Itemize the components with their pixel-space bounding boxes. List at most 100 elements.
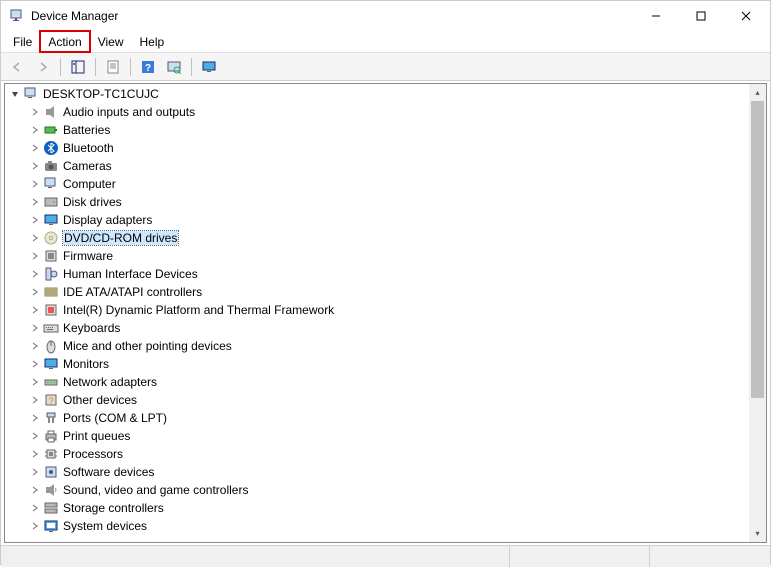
tree-item[interactable]: DVD/CD-ROM drives [5,229,749,247]
chevron-right-icon[interactable] [29,124,41,136]
tree-item[interactable]: Network adapters [5,373,749,391]
close-button[interactable] [723,2,768,31]
tree-item[interactable]: Audio inputs and outputs [5,103,749,121]
show-hide-console-tree-button[interactable] [66,56,90,78]
tree-item[interactable]: Print queues [5,427,749,445]
tree-item[interactable]: Monitors [5,355,749,373]
tree-item-label: Processors [63,447,123,461]
chevron-right-icon[interactable] [29,232,41,244]
chevron-right-icon[interactable] [29,502,41,514]
audio-icon [43,104,59,120]
tree-item-label: System devices [63,519,147,533]
chevron-right-icon[interactable] [29,196,41,208]
chevron-right-icon[interactable] [29,466,41,478]
menubar: File Action View Help [1,31,770,53]
properties-button[interactable] [101,56,125,78]
menu-view[interactable]: View [90,31,132,52]
scroll-up-button[interactable]: ▴ [749,84,766,101]
maximize-button[interactable] [678,2,723,31]
tree-item[interactable]: Batteries [5,121,749,139]
vertical-scrollbar[interactable]: ▴ ▾ [749,84,766,542]
chevron-right-icon[interactable] [29,214,41,226]
tree-item-label: Cameras [63,159,112,173]
tree-item-label: Batteries [63,123,110,137]
chevron-right-icon[interactable] [29,268,41,280]
battery-icon [43,122,59,138]
tree-item-label: Mice and other pointing devices [63,339,232,353]
storage-icon [43,500,59,516]
tree-item[interactable]: Disk drives [5,193,749,211]
menu-action[interactable]: Action [40,31,89,52]
tree-root[interactable]: DESKTOP-TC1CUJC [5,85,749,103]
tree-item[interactable]: ?Other devices [5,391,749,409]
tree-item[interactable]: Software devices [5,463,749,481]
tree-item[interactable]: Storage controllers [5,499,749,517]
tree-item[interactable]: System devices [5,517,749,535]
tree-item[interactable]: Sound, video and game controllers [5,481,749,499]
tree-item[interactable]: IDE ATA/ATAPI controllers [5,283,749,301]
tree-item[interactable]: Display adapters [5,211,749,229]
tree-item[interactable]: Bluetooth [5,139,749,157]
tree-scroll-area[interactable]: DESKTOP-TC1CUJC Audio inputs and outputs… [5,84,749,542]
mouse-icon [43,338,59,354]
camera-icon [43,158,59,174]
other-icon: ? [43,392,59,408]
chevron-right-icon[interactable] [29,376,41,388]
statusbar [1,545,770,567]
status-cell-3 [650,546,770,567]
chevron-right-icon[interactable] [29,250,41,262]
tree-item[interactable]: Keyboards [5,319,749,337]
chevron-right-icon[interactable] [29,430,41,442]
chevron-right-icon[interactable] [29,358,41,370]
tree-item-label: Ports (COM & LPT) [63,411,167,425]
firmware-icon [43,248,59,264]
tree-item[interactable]: Computer [5,175,749,193]
menu-file[interactable]: File [5,31,40,52]
tree-item-label: Monitors [63,357,109,371]
scroll-down-button[interactable]: ▾ [749,525,766,542]
window-controls [633,2,768,31]
tree-item[interactable]: Firmware [5,247,749,265]
hid-icon [43,266,59,282]
tree-item[interactable]: Intel(R) Dynamic Platform and Thermal Fr… [5,301,749,319]
tree-item-label: Network adapters [63,375,157,389]
chevron-right-icon[interactable] [29,340,41,352]
tree-item-label: Print queues [63,429,130,443]
minimize-button[interactable] [633,2,678,31]
tree-item[interactable]: Processors [5,445,749,463]
chevron-right-icon[interactable] [29,412,41,424]
chevron-right-icon[interactable] [29,322,41,334]
status-cell-1 [1,546,510,567]
tree-item[interactable]: Human Interface Devices [5,265,749,283]
chevron-right-icon[interactable] [29,304,41,316]
chevron-down-icon[interactable] [9,88,21,100]
tree-item-label: Keyboards [63,321,120,335]
scroll-track[interactable] [749,101,766,525]
tree-item-label: Disk drives [63,195,122,209]
ports-icon [43,410,59,426]
back-button [5,56,29,78]
network-icon [43,374,59,390]
chevron-right-icon[interactable] [29,394,41,406]
thermal-icon [43,302,59,318]
scan-hardware-button[interactable] [162,56,186,78]
ide-icon [43,284,59,300]
menu-help[interactable]: Help [132,31,173,52]
scroll-thumb[interactable] [751,101,764,398]
chevron-right-icon[interactable] [29,178,41,190]
chevron-right-icon[interactable] [29,160,41,172]
keyboard-icon [43,320,59,336]
chevron-right-icon[interactable] [29,484,41,496]
tree-item[interactable]: Cameras [5,157,749,175]
chevron-right-icon[interactable] [29,286,41,298]
chevron-right-icon[interactable] [29,106,41,118]
help-button[interactable]: ? [136,56,160,78]
chevron-right-icon[interactable] [29,448,41,460]
svg-text:?: ? [145,63,151,74]
monitor-button[interactable] [197,56,221,78]
tree-item[interactable]: Ports (COM & LPT) [5,409,749,427]
chevron-right-icon[interactable] [29,142,41,154]
tree-item[interactable]: Mice and other pointing devices [5,337,749,355]
chevron-right-icon[interactable] [29,520,41,532]
tree-item-label: Bluetooth [63,141,114,155]
